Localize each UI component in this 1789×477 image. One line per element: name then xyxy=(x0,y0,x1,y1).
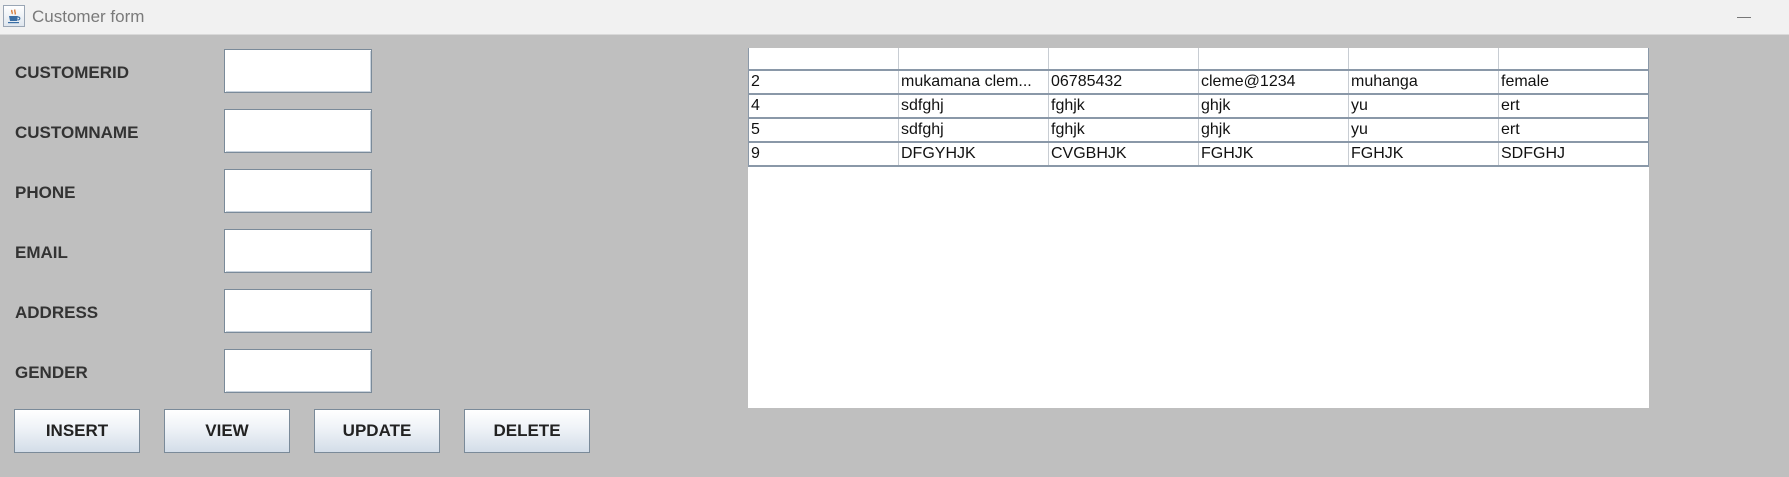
gender-input[interactable] xyxy=(224,349,372,393)
table-row[interactable]: 2 mukamana clem... 06785432 cleme@1234 m… xyxy=(748,69,1649,95)
table-header-row xyxy=(748,48,1649,71)
table-cell[interactable]: cleme@1234 xyxy=(1198,69,1349,95)
table-cell[interactable]: FGHJK xyxy=(1348,141,1499,167)
table-cell[interactable]: ert xyxy=(1498,117,1649,143)
column-header[interactable] xyxy=(898,48,1049,71)
column-header[interactable] xyxy=(1348,48,1499,71)
view-button[interactable]: VIEW xyxy=(164,409,290,453)
customname-input[interactable] xyxy=(224,109,372,153)
table-row[interactable]: 9 DFGYHJK CVGBHJK FGHJK FGHJK SDFGHJ xyxy=(748,141,1649,167)
table-cell[interactable]: muhanga xyxy=(1348,69,1499,95)
address-input[interactable] xyxy=(224,289,372,333)
java-cup-icon xyxy=(3,5,25,27)
table-cell[interactable]: 9 xyxy=(748,141,899,167)
table-cell[interactable]: ert xyxy=(1498,93,1649,119)
window-title: Customer form xyxy=(32,7,145,26)
table-cell[interactable]: sdfghj xyxy=(898,93,1049,119)
table-cell[interactable]: DFGYHJK xyxy=(898,141,1049,167)
gender-label: GENDER xyxy=(15,363,88,382)
table-cell[interactable]: yu xyxy=(1348,93,1499,119)
table-cell[interactable]: CVGBHJK xyxy=(1048,141,1199,167)
column-header[interactable] xyxy=(1198,48,1349,71)
table-cell[interactable]: 2 xyxy=(748,69,899,95)
table-cell[interactable]: yu xyxy=(1348,117,1499,143)
customerid-label: CUSTOMERID xyxy=(15,63,129,82)
table-cell[interactable]: 06785432 xyxy=(1048,69,1199,95)
email-input[interactable] xyxy=(224,229,372,273)
customer-form-window: Customer form CUSTOMERID CUSTOMNAME PHON… xyxy=(0,0,1789,477)
table-row[interactable]: 5 sdfghj fghjk ghjk yu ert xyxy=(748,117,1649,143)
table-cell[interactable]: FGHJK xyxy=(1198,141,1349,167)
customer-grid[interactable]: 2 mukamana clem... 06785432 cleme@1234 m… xyxy=(748,48,1649,167)
customname-label: CUSTOMNAME xyxy=(15,123,139,142)
table-cell[interactable]: SDFGHJ xyxy=(1498,141,1649,167)
column-header[interactable] xyxy=(1498,48,1649,71)
phone-label: PHONE xyxy=(15,183,76,202)
delete-button[interactable]: DELETE xyxy=(464,409,590,453)
column-header[interactable] xyxy=(748,48,899,71)
table-cell[interactable]: female xyxy=(1498,69,1649,95)
table-cell[interactable]: fghjk xyxy=(1048,117,1199,143)
table-cell[interactable]: 4 xyxy=(748,93,899,119)
email-label: EMAIL xyxy=(15,243,68,262)
table-cell[interactable]: ghjk xyxy=(1198,117,1349,143)
customerid-input[interactable] xyxy=(224,49,372,93)
table-cell[interactable]: mukamana clem... xyxy=(898,69,1049,95)
column-header[interactable] xyxy=(1048,48,1199,71)
table-cell[interactable]: 5 xyxy=(748,117,899,143)
table-cell[interactable]: sdfghj xyxy=(898,117,1049,143)
insert-button[interactable]: INSERT xyxy=(14,409,140,453)
table-cell[interactable]: fghjk xyxy=(1048,93,1199,119)
update-button[interactable]: UPDATE xyxy=(314,409,440,453)
title-bar: Customer form xyxy=(0,0,1789,35)
table-row[interactable]: 4 sdfghj fghjk ghjk yu ert xyxy=(748,93,1649,119)
table-cell[interactable]: ghjk xyxy=(1198,93,1349,119)
customer-table[interactable]: 2 mukamana clem... 06785432 cleme@1234 m… xyxy=(748,48,1649,408)
address-label: ADDRESS xyxy=(15,303,99,322)
minimize-icon[interactable] xyxy=(1728,6,1758,28)
phone-input[interactable] xyxy=(224,169,372,213)
